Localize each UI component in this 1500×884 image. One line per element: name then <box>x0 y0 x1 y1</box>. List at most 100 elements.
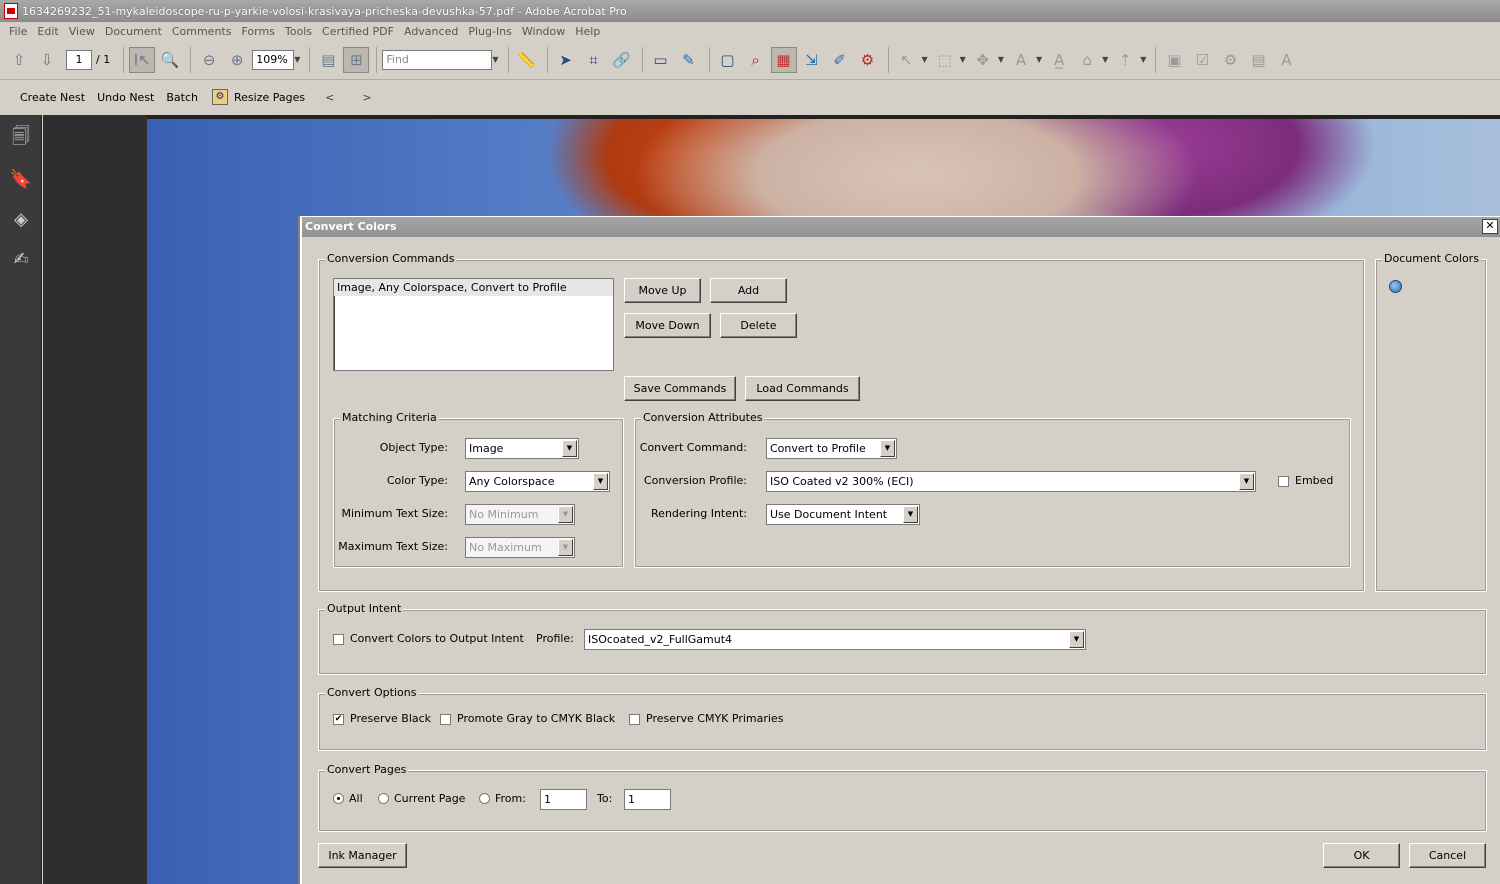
menu-comments[interactable]: Comments <box>167 25 237 38</box>
close-icon[interactable]: ✕ <box>1482 219 1498 234</box>
current-page-radio[interactable] <box>378 793 389 804</box>
chevron-down-icon[interactable]: ▼ <box>562 440 577 457</box>
layout-icon[interactable]: ▤ <box>1245 47 1271 73</box>
promote-gray-checkbox[interactable] <box>440 714 451 725</box>
page-range-radio[interactable] <box>479 793 490 804</box>
ok-button[interactable]: OK <box>1323 843 1400 868</box>
move-icon[interactable]: ✥ <box>970 47 996 73</box>
text-field-icon[interactable]: ▭ <box>648 47 674 73</box>
move-down-button[interactable]: Move Down <box>624 313 711 338</box>
find-input[interactable]: Find <box>382 49 493 70</box>
delete-button[interactable]: Delete <box>720 313 797 338</box>
list-item[interactable]: Image, Any Colorspace, Convert to Profil… <box>334 279 613 296</box>
convert-command-select[interactable]: Convert to Profile ▼ <box>766 438 897 459</box>
zoom-in-icon[interactable]: ⊕ <box>224 47 250 73</box>
pages-icon[interactable]: 🗐 <box>0 119 42 159</box>
undo-nest-button[interactable]: Undo Nest <box>91 91 160 104</box>
pdf-optimizer-icon[interactable]: ⚙ <box>855 47 881 73</box>
add-button[interactable]: Add <box>710 278 787 303</box>
search-doc-icon[interactable]: ▣ <box>1161 47 1187 73</box>
create-nest-button[interactable]: Create Nest <box>14 91 91 104</box>
chevron-down-icon[interactable]: ▼ <box>593 473 608 490</box>
menu-advanced[interactable]: Advanced <box>399 25 463 38</box>
menu-help[interactable]: Help <box>570 25 605 38</box>
settings-icon[interactable]: ⚙ <box>1217 47 1243 73</box>
min-text-size-select[interactable]: No Minimum ▼ <box>465 504 575 525</box>
signatures-icon[interactable]: ✍ <box>0 239 42 279</box>
output-profile-select[interactable]: ISOcoated_v2_FullGamut4 ▼ <box>584 629 1086 650</box>
text-dropdown-icon[interactable]: ▼ <box>1036 55 1042 64</box>
pin-icon[interactable]: ⇡ <box>1112 47 1138 73</box>
zoom-input[interactable]: 109% <box>252 49 295 70</box>
page-number-input[interactable]: 1 <box>66 49 92 70</box>
move-up-button[interactable]: Move Up <box>624 278 701 303</box>
max-text-size-select[interactable]: No Maximum ▼ <box>465 537 575 558</box>
embed-checkbox[interactable] <box>1278 476 1289 487</box>
check-icon[interactable]: ☑ <box>1189 47 1215 73</box>
page-boxes-icon[interactable]: ▢ <box>715 47 741 73</box>
resize-pages-icon[interactable]: ⚙ <box>212 89 228 105</box>
object-type-select[interactable]: Image ▼ <box>465 438 579 459</box>
menu-edit[interactable]: Edit <box>32 25 63 38</box>
preflight-icon[interactable]: ⌕ <box>743 47 769 73</box>
marquee-dropdown-icon[interactable]: ▼ <box>960 55 966 64</box>
chevron-down-icon[interactable]: ▼ <box>1069 631 1084 648</box>
link-icon[interactable]: 🔗 <box>609 47 635 73</box>
zoom-out-icon[interactable]: ⊖ <box>196 47 222 73</box>
menu-window[interactable]: Window <box>517 25 570 38</box>
object-select-icon[interactable]: ➤ <box>553 47 579 73</box>
bookmarks-icon[interactable]: 🔖 <box>0 159 42 199</box>
chevron-down-icon[interactable]: ▼ <box>558 539 573 556</box>
ink-manager-button[interactable]: Ink Manager <box>318 843 407 868</box>
ruler-icon[interactable]: 📏 <box>514 47 540 73</box>
rendering-intent-select[interactable]: Use Document Intent ▼ <box>766 504 920 525</box>
chevron-down-icon[interactable]: ▼ <box>558 506 573 523</box>
zoom-dropdown-icon[interactable]: ▼ <box>294 55 300 64</box>
all-pages-radio[interactable] <box>333 793 344 804</box>
pointer-dropdown-icon[interactable]: ▼ <box>922 55 928 64</box>
prev-arrow-button[interactable]: < <box>311 91 348 104</box>
convert-to-output-intent-checkbox[interactable] <box>333 634 344 645</box>
color-type-select[interactable]: Any Colorspace ▼ <box>465 471 610 492</box>
form-edit-icon[interactable]: ✎ <box>676 47 702 73</box>
resize-pages-button[interactable]: Resize Pages <box>228 91 311 104</box>
chevron-down-icon[interactable]: ▼ <box>880 440 895 457</box>
marquee-icon[interactable]: ⬚ <box>932 47 958 73</box>
menu-plug-ins[interactable]: Plug-Ins <box>463 25 517 38</box>
chevron-down-icon[interactable]: ▼ <box>903 506 918 523</box>
fit-page-icon[interactable]: ▤ <box>315 47 341 73</box>
pointer-icon[interactable]: ↖ <box>894 47 920 73</box>
menu-certified-pdf[interactable]: Certified PDF <box>317 25 399 38</box>
color-space-icon[interactable] <box>1389 280 1402 293</box>
menu-document[interactable]: Document <box>100 25 167 38</box>
menu-tools[interactable]: Tools <box>280 25 317 38</box>
previous-page-icon[interactable]: ⇧ <box>6 47 32 73</box>
zoom-tool-icon[interactable]: 🔍 <box>157 47 183 73</box>
convert-colors-icon[interactable]: ▦ <box>770 46 797 73</box>
fit-width-icon[interactable]: ⊞ <box>343 46 370 73</box>
next-page-icon[interactable]: ⇩ <box>34 47 60 73</box>
select-tool-icon[interactable]: I↖ <box>129 46 156 73</box>
output-preview-icon[interactable]: ⇲ <box>799 47 825 73</box>
text-style-icon[interactable]: A̲ <box>1046 47 1072 73</box>
stamp-icon[interactable]: ⌂ <box>1074 47 1100 73</box>
pin-dropdown-icon[interactable]: ▼ <box>1140 55 1146 64</box>
menu-file[interactable]: File <box>4 25 32 38</box>
touchup-icon[interactable]: ✐ <box>827 47 853 73</box>
menu-forms[interactable]: Forms <box>236 25 279 38</box>
conversion-profile-select[interactable]: ISO Coated v2 300% (ECI) ▼ <box>766 471 1256 492</box>
menu-view[interactable]: View <box>64 25 100 38</box>
text-tool-icon[interactable]: A <box>1008 47 1034 73</box>
load-commands-button[interactable]: Load Commands <box>745 376 860 401</box>
stamp-dropdown-icon[interactable]: ▼ <box>1102 55 1108 64</box>
next-arrow-button[interactable]: > <box>348 91 385 104</box>
batch-button[interactable]: Batch <box>160 91 204 104</box>
save-commands-button[interactable]: Save Commands <box>624 376 736 401</box>
adobe-icon[interactable]: A <box>1273 47 1299 73</box>
conversion-commands-list[interactable]: Image, Any Colorspace, Convert to Profil… <box>333 278 614 371</box>
move-dropdown-icon[interactable]: ▼ <box>998 55 1004 64</box>
cancel-button[interactable]: Cancel <box>1409 843 1486 868</box>
layers-icon[interactable]: ◈ <box>0 199 42 239</box>
crop-icon[interactable]: ⌗ <box>581 47 607 73</box>
chevron-down-icon[interactable]: ▼ <box>1239 473 1254 490</box>
